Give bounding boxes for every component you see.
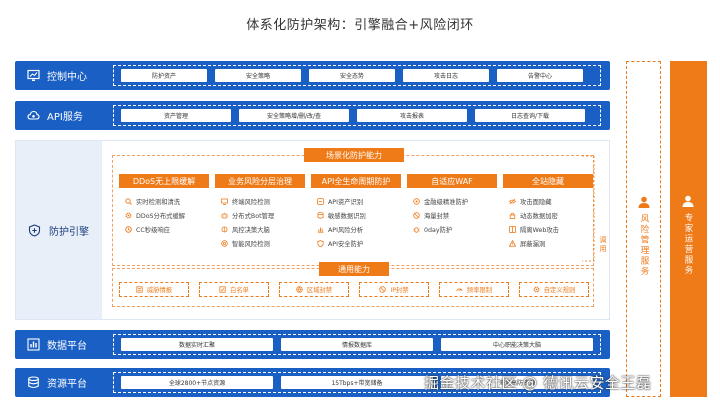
column-title: 业务风险分层治理 bbox=[215, 174, 305, 188]
terminal-icon bbox=[221, 198, 228, 205]
monitor-chart-icon bbox=[27, 69, 40, 82]
list-item: API资产识别 bbox=[311, 194, 401, 208]
expert-operation-column: 专家运营服务 bbox=[670, 61, 707, 397]
ip-icon bbox=[379, 286, 387, 293]
cloud-gear-icon bbox=[27, 109, 40, 122]
list-item: 智能风险检测 bbox=[215, 236, 305, 250]
resource-item-bandwidth[interactable]: 15Tbps+带宽储备 bbox=[281, 376, 433, 389]
scene-capability-title: 场景化防护能力 bbox=[304, 148, 404, 162]
list-item: 风控决策大脑 bbox=[215, 222, 305, 236]
bug-icon bbox=[413, 226, 420, 233]
speed-icon bbox=[456, 286, 463, 293]
data-item-realtime[interactable]: 数据实时汇聚 bbox=[121, 338, 273, 351]
analysis-icon bbox=[317, 226, 324, 233]
user-headset-icon bbox=[681, 193, 695, 207]
common-item-region-block: 区域封禁 bbox=[279, 282, 349, 297]
column-title: API全生命周期防护 bbox=[311, 174, 401, 188]
resource-platform-label: 资源平台 bbox=[47, 379, 87, 390]
api-service-row: API服务 资产管理 安全策略增/删/改/查 攻击报表 日志查询/下载 bbox=[15, 101, 610, 130]
column-ddos: DDoS无上限缓解 实时检测和清洗 DDoS分布式缓解 CC秒级响应 bbox=[119, 174, 209, 236]
common-capability-box: 通用能力 威胁情报 白名单 区域封禁 IP封禁 频率限制 自定义规则 bbox=[112, 262, 594, 307]
watermark: 掘金技术社区 @ 德讯云安全王磊 bbox=[424, 374, 652, 392]
expert-operation-label: 专家运营服务 bbox=[683, 213, 693, 276]
column-title: DDoS无上限缓解 bbox=[119, 174, 209, 188]
list-item: API安全防护 bbox=[311, 236, 401, 250]
user-headset-icon bbox=[637, 194, 651, 208]
list-item: CC秒级响应 bbox=[119, 222, 209, 236]
list-item: 海量封禁 bbox=[407, 208, 497, 222]
intel-icon bbox=[136, 286, 143, 293]
column-adaptive-waf: 自适应WAF 金融级精准防护 海量封禁 0day防护 bbox=[407, 174, 497, 236]
column-title: 自适应WAF bbox=[407, 174, 497, 188]
data-item-decision-brain[interactable]: 中心职能决策大脑 bbox=[441, 338, 593, 351]
eye-off-icon bbox=[509, 198, 516, 205]
common-capability-title: 通用能力 bbox=[319, 262, 389, 276]
globe-icon bbox=[296, 286, 303, 293]
risk-management-column: 风险管理服务 bbox=[626, 61, 661, 397]
common-item-threat-intel: 威胁情报 bbox=[119, 282, 189, 297]
data-platform-row: 数据平台 数据实时汇聚 情报数据库 中心职能决策大脑 bbox=[15, 330, 610, 359]
database-icon bbox=[317, 211, 324, 219]
risk-management-label: 风险管理服务 bbox=[639, 214, 649, 277]
list-item: DDoS分布式缓解 bbox=[119, 208, 209, 222]
api-item-asset-management[interactable]: 资产管理 bbox=[121, 109, 231, 122]
bot-icon bbox=[221, 212, 228, 219]
control-center-row: 控制中心 防护资产 安全策略 安全态势 攻击日志 告警中心 bbox=[15, 61, 610, 90]
list-item: 金融级精准防护 bbox=[407, 194, 497, 208]
list-item: API风险分析 bbox=[311, 222, 401, 236]
block-icon bbox=[413, 211, 420, 219]
list-item: 0day防护 bbox=[407, 222, 497, 236]
engine-label: 防护引擎 bbox=[49, 226, 89, 238]
control-center-label: 控制中心 bbox=[47, 72, 87, 83]
list-item: 实时检测和清洗 bbox=[119, 194, 209, 208]
lock-icon bbox=[509, 212, 516, 219]
list-item: 终端风险检测 bbox=[215, 194, 305, 208]
common-item-rate-limit: 频率限制 bbox=[439, 282, 509, 297]
control-center-item-alerts[interactable]: 告警中心 bbox=[497, 69, 583, 82]
api-item-policy-crud[interactable]: 安全策略增/删/改/查 bbox=[239, 109, 349, 122]
control-center-item-attack-log[interactable]: 攻击日志 bbox=[403, 69, 489, 82]
column-business-risk: 业务风险分层治理 终端风险检测 分布式Bot管理 风控决策大脑 智能风险检测 bbox=[215, 174, 305, 250]
api-service-label: API服务 bbox=[47, 112, 83, 123]
column-api-lifecycle: API全生命周期防护 API资产识别 敏感数据识别 API风险分析 API安全防… bbox=[311, 174, 401, 250]
gear-icon bbox=[125, 212, 132, 219]
api-item-log-query[interactable]: 日志查询/下载 bbox=[475, 109, 585, 122]
data-item-intel-db[interactable]: 情报数据库 bbox=[281, 338, 433, 351]
clock-icon bbox=[125, 225, 132, 233]
scene-capability-box: 场景化防护能力 DDoS无上限缓解 实时检测和清洗 DDoS分布式缓解 CC秒级… bbox=[112, 148, 594, 266]
database-icon bbox=[27, 376, 40, 389]
engine-sidebar: 防护引擎 bbox=[16, 141, 102, 319]
resource-item-nodes[interactable]: 全球2800+节点资源 bbox=[121, 376, 273, 389]
bar-chart-icon bbox=[27, 338, 40, 351]
common-item-custom-rules: 自定义规则 bbox=[519, 282, 589, 297]
detect-icon bbox=[125, 197, 132, 205]
isolate-icon bbox=[509, 225, 516, 233]
api-icon bbox=[317, 197, 324, 205]
common-item-whitelist: 白名单 bbox=[199, 282, 269, 297]
control-center-item-assets[interactable]: 防护资产 bbox=[121, 69, 207, 82]
settings-icon bbox=[533, 286, 540, 293]
page-title: 体系化防护架构：引擎融合+风险闭环 bbox=[246, 18, 474, 33]
data-platform-label: 数据平台 bbox=[47, 341, 87, 352]
common-item-ip-block: IP封禁 bbox=[359, 282, 429, 297]
list-icon bbox=[219, 286, 226, 293]
warning-icon bbox=[509, 239, 516, 247]
control-center-item-policy[interactable]: 安全策略 bbox=[215, 69, 301, 82]
control-center-item-posture[interactable]: 安全态势 bbox=[309, 69, 395, 82]
shield-plus-icon bbox=[28, 223, 41, 237]
shield-icon bbox=[317, 239, 324, 247]
call-label: 调用 bbox=[599, 236, 607, 254]
brain-icon bbox=[221, 226, 228, 233]
radar-icon bbox=[221, 239, 228, 247]
protection-engine-panel: 防护引擎 场景化防护能力 DDoS无上限缓解 实时检测和清洗 DDoS分布式缓解… bbox=[15, 140, 610, 320]
target-icon bbox=[413, 197, 420, 205]
list-item: 分布式Bot管理 bbox=[215, 208, 305, 222]
list-item: 敏感数据识别 bbox=[311, 208, 401, 222]
api-item-attack-report[interactable]: 攻击报表 bbox=[357, 109, 467, 122]
